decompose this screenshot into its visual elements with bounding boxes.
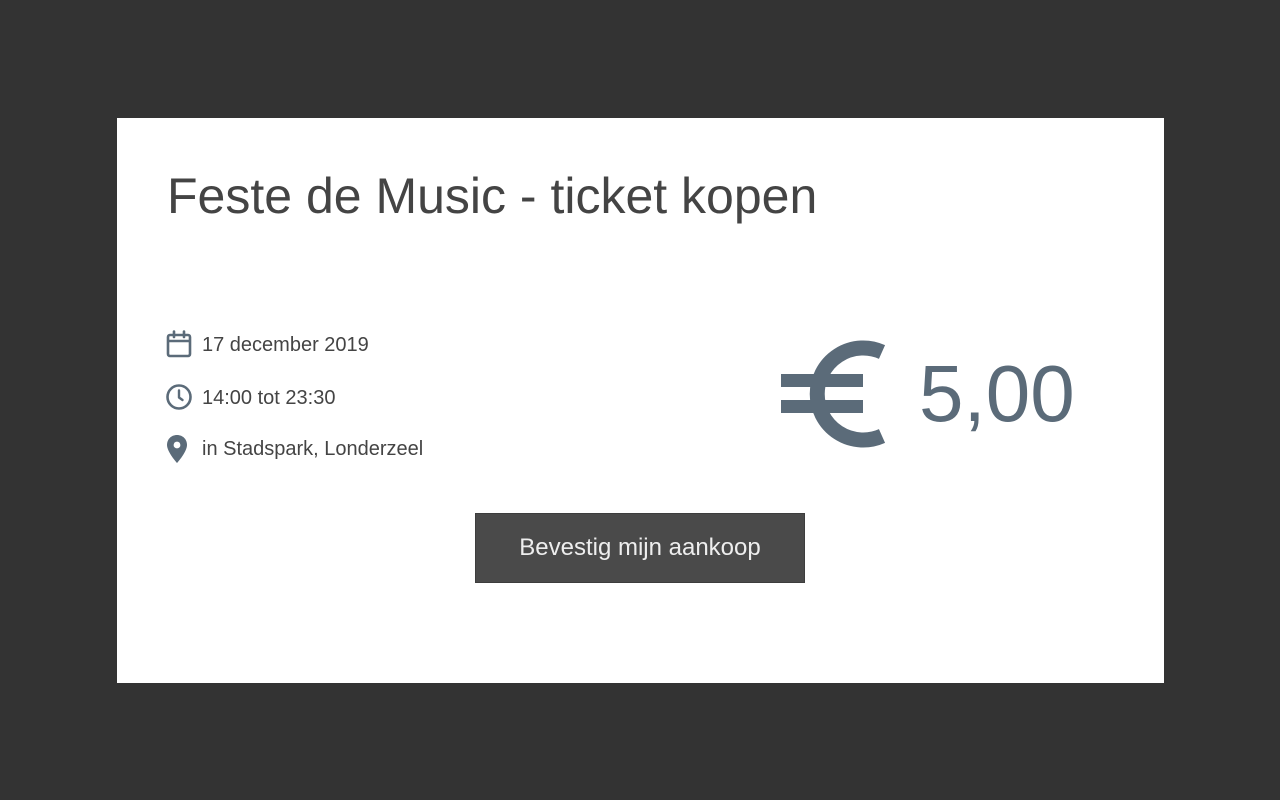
confirm-purchase-button[interactable]: Bevestig mijn aankoop [475, 513, 805, 583]
page-title: Feste de Music - ticket kopen [167, 168, 818, 224]
event-date-row: 17 december 2019 [166, 330, 369, 360]
event-location-row: in Stadspark, Londerzeel [166, 434, 423, 464]
clock-icon [166, 383, 194, 413]
calendar-icon [166, 330, 194, 360]
price-amount: 5,00 [919, 349, 1075, 438]
ticket-price: 5,00 [779, 336, 1075, 452]
event-date: 17 december 2019 [202, 333, 369, 356]
event-time: 14:00 tot 23:30 [202, 386, 336, 409]
map-pin-icon [166, 434, 194, 464]
event-location: in Stadspark, Londerzeel [202, 437, 424, 460]
event-time-row: 14:00 tot 23:30 [166, 383, 335, 413]
euro-icon [779, 336, 887, 452]
purchase-dialog: Feste de Music - ticket kopen 17 decembe… [117, 118, 1164, 683]
